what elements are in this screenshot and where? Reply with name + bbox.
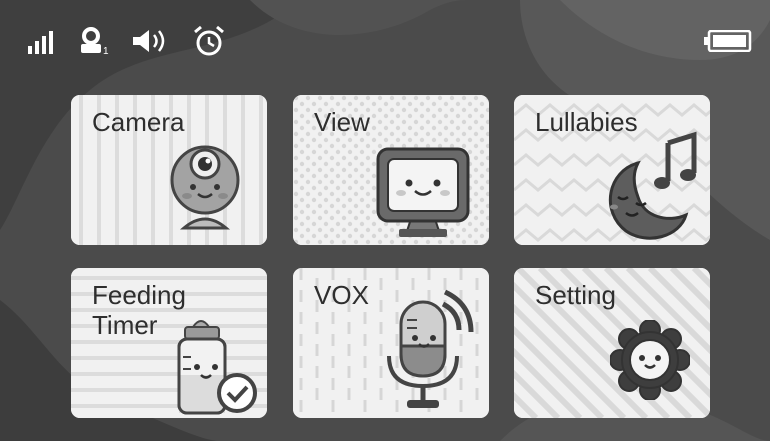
feeding-label-line1: Feeding — [92, 280, 186, 310]
camera-tile[interactable]: Camera — [71, 95, 267, 245]
view-tile[interactable]: View — [293, 95, 489, 245]
status-bar: 1 — [0, 0, 770, 70]
view-label: View — [314, 107, 370, 137]
battery-full-icon — [704, 30, 752, 52]
camera-user-icon: 1 — [81, 27, 109, 55]
setting-label: Setting — [535, 280, 616, 310]
svg-text:1: 1 — [103, 46, 109, 55]
alarm-clock-icon — [194, 25, 224, 56]
vox-label: VOX — [314, 280, 369, 310]
signal-bars-icon — [28, 31, 53, 54]
monitor-character-icon — [376, 147, 470, 237]
moon-music-icon — [608, 131, 697, 240]
vox-tile[interactable]: VOX — [293, 268, 489, 418]
setting-tile[interactable]: Setting — [514, 268, 710, 418]
feeding-timer-tile[interactable]: Feeding Timer — [71, 268, 267, 418]
camera-label: Camera — [92, 107, 185, 137]
camera-character-icon — [170, 145, 240, 230]
lullabies-tile[interactable]: Lullabies — [514, 95, 710, 245]
volume-icon — [133, 30, 165, 52]
gear-face-icon — [610, 320, 690, 400]
monitor-screen: 1 Camera View Lullabies Feeding Timer VO… — [0, 0, 770, 441]
microphone-character-icon — [387, 289, 474, 408]
baby-bottle-clock-icon — [177, 320, 257, 415]
